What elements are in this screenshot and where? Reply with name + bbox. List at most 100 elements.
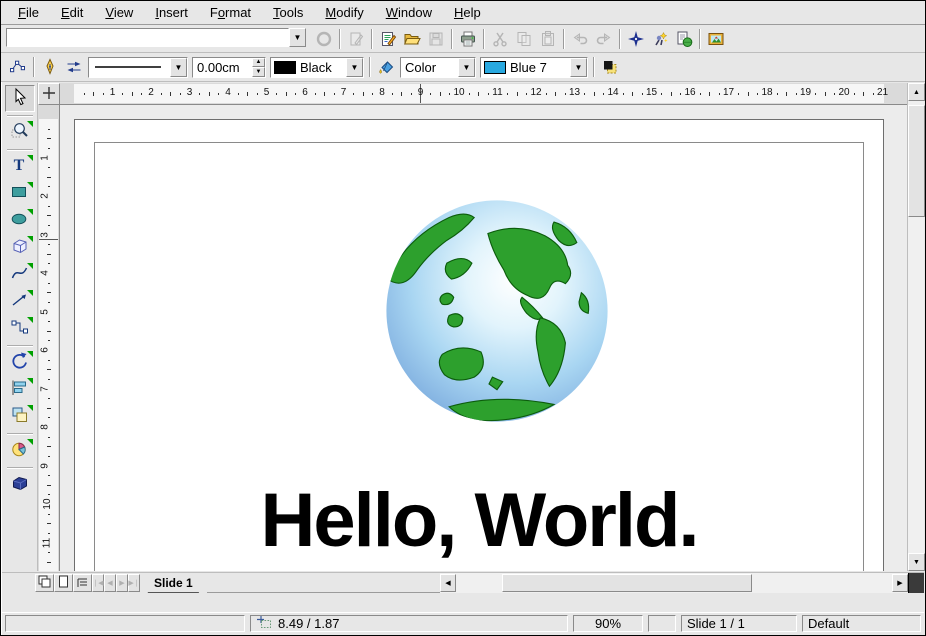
copy-icon	[515, 30, 533, 48]
pen-icon	[41, 58, 59, 76]
fill-type-dropdown-button[interactable]: ▼	[458, 58, 475, 77]
globe-image[interactable]	[383, 197, 611, 425]
zoom-value: 90%	[595, 616, 621, 631]
menu-format[interactable]: Format	[199, 3, 262, 22]
hyperlink-button[interactable]	[672, 27, 696, 51]
shadow-button[interactable]	[598, 55, 622, 79]
slide-view-icon	[38, 575, 51, 591]
zoom-field[interactable]: 90%	[573, 615, 643, 632]
edit-points-button[interactable]	[6, 55, 30, 79]
navigator-button[interactable]	[624, 27, 648, 51]
line-style-select[interactable]: ▼	[88, 57, 188, 78]
arrow-style-button[interactable]	[62, 55, 86, 79]
first-slide-button: ❘◀	[92, 574, 104, 592]
fill-type-select[interactable]: Color ▼	[400, 57, 476, 78]
menu-insert[interactable]: Insert	[144, 3, 199, 22]
3d-objects-tool-button[interactable]	[5, 234, 35, 261]
zoom-tool-button[interactable]	[5, 119, 35, 146]
line-color-select[interactable]: Black ▼	[270, 57, 364, 78]
open-button[interactable]	[400, 27, 424, 51]
slide-canvas[interactable]: Hello, World.	[60, 105, 907, 571]
stop-icon	[315, 30, 333, 48]
horizontal-ruler[interactable]: 123456789101112131415161718192021	[60, 83, 907, 105]
spin-down-icon[interactable]: ▼	[252, 67, 265, 77]
gallery-button[interactable]	[704, 27, 728, 51]
function-bar: ▼	[1, 25, 925, 53]
menu-file[interactable]: File	[7, 3, 50, 22]
fill-color-select[interactable]: Blue 7 ▼	[480, 57, 588, 78]
area-dialog-button[interactable]	[374, 55, 398, 79]
url-input[interactable]	[6, 28, 289, 47]
select-tool-button[interactable]	[5, 85, 35, 112]
insert-button[interactable]	[5, 437, 35, 464]
rectangle-tool-button[interactable]	[5, 180, 35, 207]
v-ruler-cursor-marker	[39, 239, 58, 240]
window-resize-corner[interactable]	[908, 573, 924, 593]
v-scrollbar-thumb[interactable]	[908, 105, 925, 217]
effects-3d-button[interactable]	[5, 471, 35, 498]
slide-title-text[interactable]: Hello, World.	[74, 477, 884, 564]
autopilot-icon	[651, 30, 669, 48]
ruler-origin-button[interactable]	[38, 83, 60, 105]
last-arrow-icon: ▶❘	[128, 579, 139, 587]
fill-color-dropdown-button[interactable]: ▼	[570, 58, 587, 77]
text-tool-button[interactable]: T	[5, 153, 35, 180]
print-button[interactable]	[456, 27, 480, 51]
cursor-position-value: 8.49 / 1.87	[278, 616, 339, 631]
menu-edit[interactable]: Edit	[50, 3, 94, 22]
undo-button	[568, 27, 592, 51]
cut-icon	[491, 30, 509, 48]
lines-arrows-tool-button[interactable]	[5, 288, 35, 315]
spin-up-icon[interactable]: ▲	[252, 58, 265, 68]
fill-type-value[interactable]: Color	[401, 60, 458, 75]
master-view-button[interactable]	[54, 574, 73, 592]
line-color-dropdown-button[interactable]: ▼	[346, 58, 363, 77]
line-color-value[interactable]: Black	[296, 60, 346, 75]
save-button	[424, 27, 448, 51]
url-combobox: ▼	[6, 28, 306, 49]
scroll-up-button[interactable]: ▲	[908, 83, 925, 101]
curve-tool-button[interactable]	[5, 261, 35, 288]
edit-points-icon	[9, 58, 27, 76]
menu-tools[interactable]: Tools	[262, 3, 314, 22]
menu-view[interactable]: View	[94, 3, 144, 22]
down-arrow-icon: ▼	[913, 559, 920, 566]
line-dialog-button[interactable]	[38, 55, 62, 79]
arrange-button[interactable]	[5, 403, 35, 430]
line-width-field[interactable]: 0.00cm ▲▼	[192, 57, 266, 78]
menu-window[interactable]: Window	[375, 3, 443, 22]
h-scrollbar-thumb[interactable]	[502, 574, 752, 592]
connector-tool-button[interactable]	[5, 315, 35, 342]
vertical-scrollbar[interactable]: ▲ ▼	[907, 83, 924, 571]
menu-bar: File Edit View Insert Format Tools Modif…	[1, 1, 925, 25]
cut-button	[488, 27, 512, 51]
line-color-swatch	[274, 61, 296, 74]
ellipse-tool-button[interactable]	[5, 207, 35, 234]
redo-icon	[595, 30, 613, 48]
alignment-button[interactable]	[5, 376, 35, 403]
scroll-down-button[interactable]: ▼	[908, 553, 925, 571]
autopilot-button[interactable]	[648, 27, 672, 51]
page-style-field[interactable]: Default	[802, 615, 921, 632]
shadow-icon	[601, 58, 619, 76]
scroll-left-button[interactable]: ◀	[440, 574, 456, 592]
line-width-value[interactable]: 0.00cm	[193, 60, 252, 75]
vertical-ruler[interactable]: 123456789101112	[38, 105, 60, 571]
fill-color-value[interactable]: Blue 7	[506, 60, 570, 75]
line-width-spinner[interactable]: ▲▼	[252, 58, 265, 77]
horizontal-scrollbar[interactable]: ◀ ▶	[440, 573, 908, 593]
slide-tab[interactable]: Slide 1	[140, 573, 207, 593]
slide-view-button[interactable]	[35, 574, 54, 592]
menu-modify[interactable]: Modify	[314, 3, 374, 22]
url-dropdown-button[interactable]: ▼	[289, 28, 306, 47]
main-area: T	[2, 83, 924, 571]
right-arrow-icon: ▶	[897, 579, 902, 587]
scroll-right-button[interactable]: ▶	[892, 574, 908, 592]
edit-file-button[interactable]	[376, 27, 400, 51]
menu-help[interactable]: Help	[443, 3, 492, 22]
layer-view-button[interactable]	[73, 574, 92, 592]
position-icon	[256, 615, 272, 632]
navigator-icon	[627, 30, 645, 48]
line-style-dropdown-button[interactable]: ▼	[170, 58, 187, 77]
rotate-tool-button[interactable]	[5, 349, 35, 376]
